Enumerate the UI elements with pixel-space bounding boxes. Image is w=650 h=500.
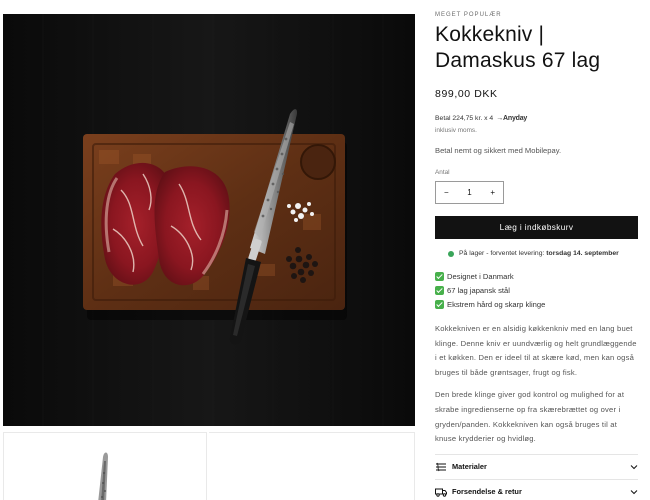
product-title-line2: Damaskus 67 lag: [435, 49, 601, 72]
truck-icon: [435, 488, 447, 497]
knife-thumbnail-image: [98, 452, 108, 500]
product-photo: [3, 14, 415, 426]
accordion-header: Materialer: [435, 462, 487, 472]
stock-text: På lager - forventet levering: torsdag 1…: [459, 250, 619, 257]
feature-label: Ekstrem hård og skarp klinge: [447, 300, 546, 309]
quantity-input[interactable]: 1: [467, 188, 471, 197]
description-paragraph: Den brede klinge giver god kontrol og mu…: [435, 390, 625, 444]
thumbnail-knife[interactable]: [3, 432, 207, 500]
check-box-icon: [435, 300, 444, 309]
feature-label: Designet i Danmark: [447, 272, 514, 281]
accordion-header: Forsendelse & retur: [435, 487, 522, 497]
accordion-materials[interactable]: Materialer: [435, 454, 638, 478]
in-stock-dot-icon: [448, 250, 454, 257]
installment-info[interactable]: Betal 224,75 kr. x 4 →Anyday: [435, 115, 638, 122]
anyday-arrow-icon: →: [496, 115, 504, 122]
stock-status: På lager - forventet levering: torsdag 1…: [435, 250, 638, 257]
add-to-cart-button[interactable]: Læg i indkøbskurv: [435, 216, 638, 239]
accordion-label: Materialer: [452, 462, 487, 471]
feature-list: Designet i Danmark 67 lag japansk stål E…: [435, 270, 638, 311]
payment-note: Betal nemt og sikkert med Mobilepay.: [435, 146, 562, 155]
fabric-icon: [436, 462, 446, 471]
feature-item: 67 lag japansk stål: [435, 284, 638, 297]
delivery-date: torsdag 14. september: [546, 250, 619, 257]
check-box-icon: [435, 272, 444, 281]
product-price: 899,00 DKK: [435, 88, 498, 100]
check-box-icon: [435, 286, 444, 295]
product-main-image[interactable]: [3, 14, 415, 426]
anyday-logo: →Anyday: [496, 115, 527, 122]
description-paragraph: Kokkekniven er en alsidig køkkenkniv med…: [435, 324, 637, 377]
product-title: Kokkekniv | Damaskus 67 lag: [435, 22, 638, 74]
chevron-down-icon: [630, 489, 638, 494]
stock-prefix: På lager - forventet levering:: [459, 250, 545, 257]
tax-note: inklusiv moms.: [435, 127, 477, 134]
thumbnail-empty[interactable]: [209, 432, 415, 500]
accordion-shipping[interactable]: Forsendelse & retur: [435, 479, 638, 500]
product-info: MEGET POPULÆR Kokkekniv | Damaskus 67 la…: [435, 12, 638, 447]
popular-badge: MEGET POPULÆR: [435, 12, 502, 18]
quantity-minus-button[interactable]: −: [444, 188, 449, 197]
feature-item: Designet i Danmark: [435, 270, 638, 283]
feature-label: 67 lag japansk stål: [447, 286, 510, 295]
anyday-brand-text: Anyday: [503, 115, 528, 122]
accordion-label: Forsendelse & retur: [452, 487, 522, 496]
installment-text: Betal 224,75 kr. x 4: [435, 115, 494, 122]
quantity-label: Antal: [435, 169, 450, 176]
feature-item: Ekstrem hård og skarp klinge: [435, 298, 638, 311]
chevron-down-icon: [630, 464, 638, 469]
quantity-plus-button[interactable]: +: [490, 188, 495, 197]
product-title-line1: Kokkekniv |: [435, 23, 545, 46]
product-description: Kokkekniven er en alsidig køkkenkniv med…: [435, 322, 638, 447]
quantity-stepper: − 1 +: [435, 181, 504, 204]
thumbnail-row: [3, 432, 415, 500]
